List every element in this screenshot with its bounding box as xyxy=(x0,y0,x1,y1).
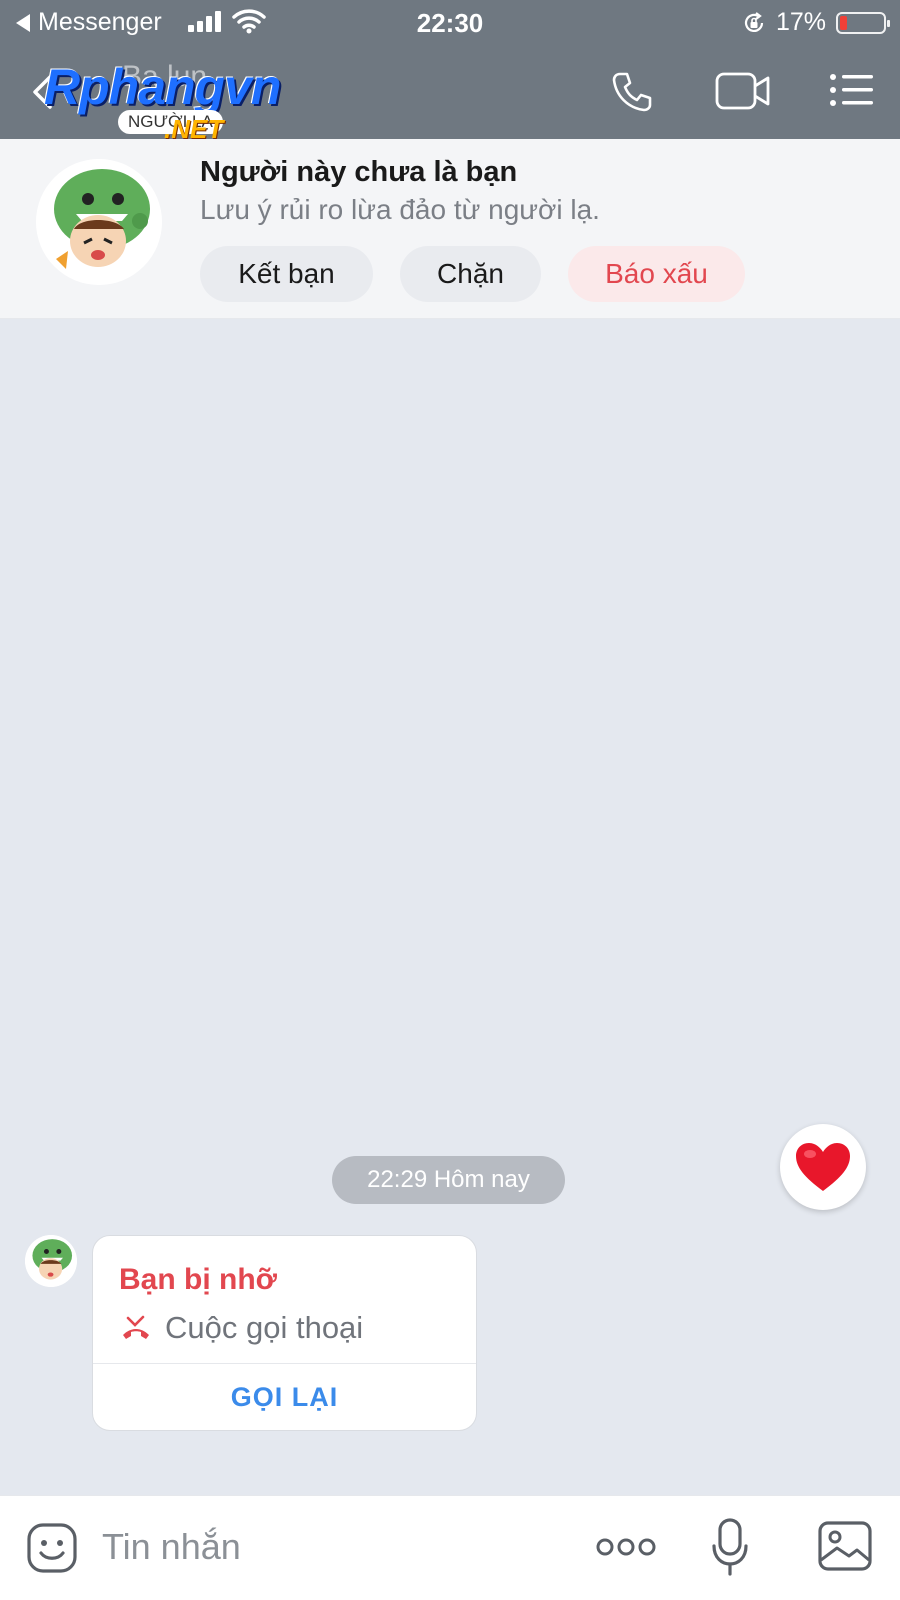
report-button[interactable]: Báo xấu xyxy=(568,246,745,302)
date-separator: 22:29 Hôm nay xyxy=(332,1156,565,1204)
call-back-button[interactable]: GỌI LẠI xyxy=(93,1363,476,1432)
message-input[interactable]: Tin nhắn xyxy=(102,1526,241,1568)
chat-header: Ba lun Rphangvn NGƯỜI LẠ .NET xyxy=(0,46,900,144)
status-bar: Messenger 22:30 17% xyxy=(0,0,900,46)
rotation-lock-icon xyxy=(744,11,764,32)
battery-icon xyxy=(836,11,890,34)
microphone-icon[interactable] xyxy=(711,1518,749,1576)
more-dots-icon[interactable] xyxy=(596,1536,656,1558)
missed-call-icon xyxy=(123,1315,149,1339)
video-camera-icon[interactable] xyxy=(715,70,771,112)
heart-icon xyxy=(796,1143,850,1191)
watermark-brand: Rphangvn xyxy=(44,59,281,115)
block-button[interactable]: Chặn xyxy=(400,246,541,302)
banner-title: Người này chưa là bạn xyxy=(200,156,518,188)
battery-percent: 17% xyxy=(775,8,826,36)
top-bar: Messenger 22:30 17% Ba lun Rphangvn NGƯỜ… xyxy=(0,0,900,144)
missed-call-type: Cuộc gọi thoại xyxy=(119,1310,363,1346)
image-icon[interactable] xyxy=(817,1520,873,1572)
sticker-icon[interactable] xyxy=(26,1522,78,1574)
contact-avatar[interactable] xyxy=(36,159,162,285)
stranger-banner: Người này chưa là bạn Lưu ý rủi ro lừa đ… xyxy=(0,139,900,319)
status-right: 17% xyxy=(742,8,890,37)
menu-list-icon[interactable] xyxy=(829,72,875,108)
banner-subtitle: Lưu ý rủi ro lừa đảo từ người lạ. xyxy=(200,194,600,225)
watermark-logo: Ba lun Rphangvn NGƯỜI LẠ .NET xyxy=(44,56,324,144)
phone-icon[interactable] xyxy=(610,70,654,114)
missed-call-title: Bạn bị nhỡ xyxy=(119,1263,277,1296)
sender-avatar[interactable] xyxy=(25,1235,77,1287)
call-type-label: Cuộc gọi thoại xyxy=(165,1310,364,1345)
quick-reaction-button[interactable] xyxy=(780,1124,866,1210)
message-composer: Tin nhắn xyxy=(0,1495,900,1600)
dino-costume-avatar-image xyxy=(36,159,162,285)
missed-call-card: Bạn bị nhỡ Cuộc gọi thoại GỌI LẠI xyxy=(92,1235,477,1431)
dino-costume-avatar-image xyxy=(25,1235,77,1287)
add-friend-button[interactable]: Kết bạn xyxy=(200,246,373,302)
